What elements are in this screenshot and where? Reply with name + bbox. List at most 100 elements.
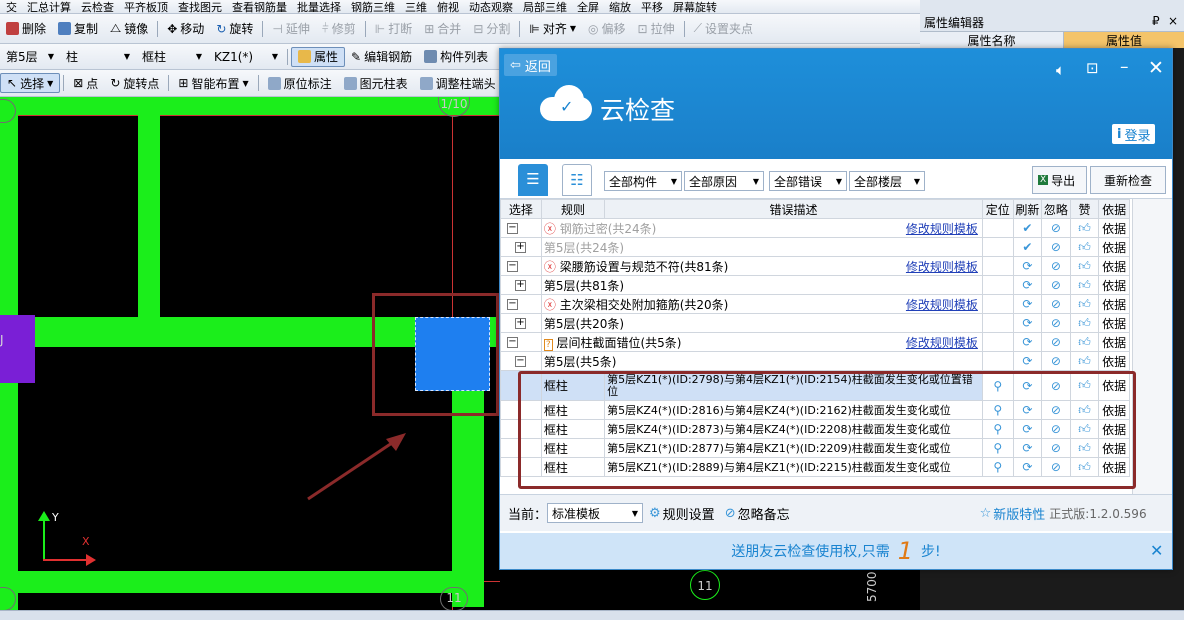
banner-close-icon[interactable]: ✕ <box>1150 541 1163 560</box>
refresh-icon[interactable]: ⟳ <box>1022 259 1032 273</box>
smart-layout-button[interactable]: ⊞ 智能布置 ▼ <box>172 70 254 96</box>
subgroup-row[interactable]: − 第5层(共5条) ⟳ ⊘ 👍︎ 依据 <box>500 351 1130 371</box>
collapse-icon[interactable]: − <box>507 261 518 272</box>
ignore-icon[interactable]: ⊘ <box>1051 297 1061 311</box>
modify-rule-link[interactable]: 修改规则模板 <box>906 334 978 351</box>
break-button[interactable]: ⊩ 打断 <box>369 14 418 43</box>
back-button[interactable]: ⇦ 返回 <box>504 54 557 76</box>
ignore-note-link[interactable]: 忽略备忘 <box>738 504 790 523</box>
thumbs-up-icon[interactable]: 👍︎ <box>1078 354 1091 368</box>
top-toolbar-item[interactable]: 交 <box>6 0 17 14</box>
rotate-point-button[interactable]: ↻ 旋转点 <box>104 70 165 96</box>
delete-button[interactable]: 删除 <box>0 14 52 43</box>
login-button[interactable]: ⅰ 登录 <box>1112 124 1156 144</box>
top-toolbar-item[interactable]: 汇总计算 <box>27 0 71 14</box>
subgroup-row[interactable]: + 第5层(共24条) ✔ ⊘ 👍︎ 依据 <box>500 237 1130 257</box>
top-toolbar-item[interactable]: 云检查 <box>81 0 114 14</box>
group-row[interactable]: − ⓧ 钢筋过密(共24条) 修改规则模板 ✔ ⊘ 👍︎ 依据 <box>500 218 1130 238</box>
ignore-icon[interactable]: ⊘ <box>1051 316 1061 330</box>
in-place-mark-button[interactable]: 原位标注 <box>262 70 338 96</box>
expand-icon[interactable]: + <box>515 318 526 329</box>
thumbs-up-icon[interactable]: 👍︎ <box>1078 259 1091 273</box>
check-icon[interactable]: ✔ <box>1022 221 1032 235</box>
edit-rebar-button[interactable]: ✎ 编辑钢筋 <box>345 44 418 69</box>
rules-setting-link[interactable]: 规则设置 <box>663 504 715 523</box>
refresh-icon[interactable]: ⟳ <box>1022 354 1032 368</box>
top-toolbar-item[interactable]: 批量选择 <box>297 0 341 14</box>
floor-select[interactable]: 第5层 ▼ <box>2 47 58 67</box>
template-select[interactable]: 标准模板 ▼ <box>547 503 644 523</box>
basis-link[interactable]: 依据 <box>1102 355 1126 369</box>
select-button[interactable]: ↖ 选择 ▼ <box>0 73 61 93</box>
list-view-tab[interactable]: ☰ <box>518 164 548 196</box>
point-button[interactable]: ⊠ 点 <box>67 70 104 96</box>
top-toolbar-item[interactable]: 局部三维 <box>523 0 567 14</box>
top-toolbar-item[interactable]: 缩放 <box>609 0 631 14</box>
filter-floor[interactable]: 全部楼层 ▼ <box>849 171 925 191</box>
subgroup-row[interactable]: + 第5层(共20条) ⟳ ⊘ 👍︎ 依据 <box>500 313 1130 333</box>
type-select[interactable]: 柱 ▼ <box>62 47 134 67</box>
trim-button[interactable]: ⫩ 修剪 <box>316 14 362 43</box>
minimize-icon[interactable]: – <box>1120 57 1129 77</box>
subgroup-row[interactable]: + 第5层(共81条) ⟳ ⊘ 👍︎ 依据 <box>500 275 1130 295</box>
modify-rule-link[interactable]: 修改规则模板 <box>906 296 978 313</box>
split-button[interactable]: ⊟ 分割 <box>467 14 516 43</box>
ignore-icon[interactable]: ⊘ <box>1051 278 1061 292</box>
top-toolbar-item[interactable]: 平齐板顶 <box>124 0 168 14</box>
top-toolbar-item[interactable]: 查找图元 <box>178 0 222 14</box>
collapse-icon[interactable]: − <box>507 337 518 348</box>
column-purple[interactable] <box>0 315 35 383</box>
basis-link[interactable]: 依据 <box>1102 241 1126 255</box>
ignore-icon[interactable]: ⊘ <box>1051 259 1061 273</box>
stretch-button[interactable]: ⊡ 拉伸 <box>632 14 681 43</box>
rotate-button[interactable]: ↻ 旋转 <box>210 14 259 43</box>
top-toolbar-item[interactable]: 动态观察 <box>469 0 513 14</box>
extend-button[interactable]: ⊣ 延伸 <box>266 14 315 43</box>
speaker-icon[interactable]: 🔈︎ <box>1056 61 1065 79</box>
mirror-button[interactable]: ⧍ 镜像 <box>104 14 154 43</box>
adjust-column-end-button[interactable]: 调整柱端头 <box>414 70 502 96</box>
thumbs-up-icon[interactable]: 👍︎ <box>1078 316 1091 330</box>
top-toolbar-item[interactable]: 全屏 <box>577 0 599 14</box>
column-table-button[interactable]: 图元柱表 <box>338 70 414 96</box>
pin-icon[interactable]: ₽ <box>1152 14 1160 28</box>
basis-link[interactable]: 依据 <box>1102 336 1126 350</box>
refresh-icon[interactable]: ⟳ <box>1022 297 1032 311</box>
recheck-button[interactable]: 重新检查 <box>1090 166 1166 194</box>
ignore-icon[interactable]: ⊘ <box>1051 354 1061 368</box>
property-button[interactable]: 属性 <box>291 46 346 67</box>
collapse-icon[interactable]: − <box>507 299 518 310</box>
export-button[interactable]: X 导出 <box>1032 166 1087 194</box>
thumbs-up-icon[interactable]: 👍︎ <box>1078 278 1091 292</box>
thumbs-up-icon[interactable]: 👍︎ <box>1078 297 1091 311</box>
top-toolbar-item[interactable]: 俯视 <box>437 0 459 14</box>
new-feature-link[interactable]: 新版特性 <box>993 504 1045 523</box>
group-row[interactable]: − ⓧ 主次梁相交处附加箍筋(共20条) 修改规则模板 ⟳ ⊘ 👍︎ 依据 <box>500 294 1130 314</box>
refresh-icon[interactable]: ⟳ <box>1022 335 1032 349</box>
tree-view-tab[interactable]: ☷ <box>562 164 592 196</box>
table-scroll-area[interactable] <box>1132 199 1172 494</box>
thumbs-up-icon[interactable]: 👍︎ <box>1078 335 1091 349</box>
collapse-icon[interactable]: − <box>507 223 518 234</box>
name-select[interactable]: KZ1(*) ▼ <box>210 47 282 67</box>
refresh-icon[interactable]: ⟳ <box>1022 278 1032 292</box>
basis-link[interactable]: 依据 <box>1102 317 1126 331</box>
merge-button[interactable]: ⊞ 合并 <box>418 14 467 43</box>
thumbs-up-icon[interactable]: 👍︎ <box>1078 221 1091 235</box>
top-toolbar-item[interactable]: 三维 <box>405 0 427 14</box>
modify-rule-link[interactable]: 修改规则模板 <box>906 258 978 275</box>
offset-button[interactable]: ◎ 偏移 <box>582 14 632 43</box>
expand-icon[interactable]: + <box>515 242 526 253</box>
copy-button[interactable]: 复制 <box>52 14 104 43</box>
subtype-select[interactable]: 框柱 ▼ <box>138 47 206 67</box>
basis-link[interactable]: 依据 <box>1102 260 1126 274</box>
close-dialog-icon[interactable]: ✕ <box>1148 57 1164 79</box>
refresh-icon[interactable]: ⟳ <box>1022 316 1032 330</box>
ignore-icon[interactable]: ⊘ <box>1051 221 1061 235</box>
modify-rule-link[interactable]: 修改规则模板 <box>906 220 978 237</box>
ignore-icon[interactable]: ⊘ <box>1051 335 1061 349</box>
ignore-icon[interactable]: ⊘ <box>1051 240 1061 254</box>
grip-button[interactable]: ⟋ 设置夹点 <box>688 14 759 43</box>
close-icon[interactable]: × <box>1168 14 1178 28</box>
filter-component[interactable]: 全部构件 ▼ <box>604 171 682 191</box>
